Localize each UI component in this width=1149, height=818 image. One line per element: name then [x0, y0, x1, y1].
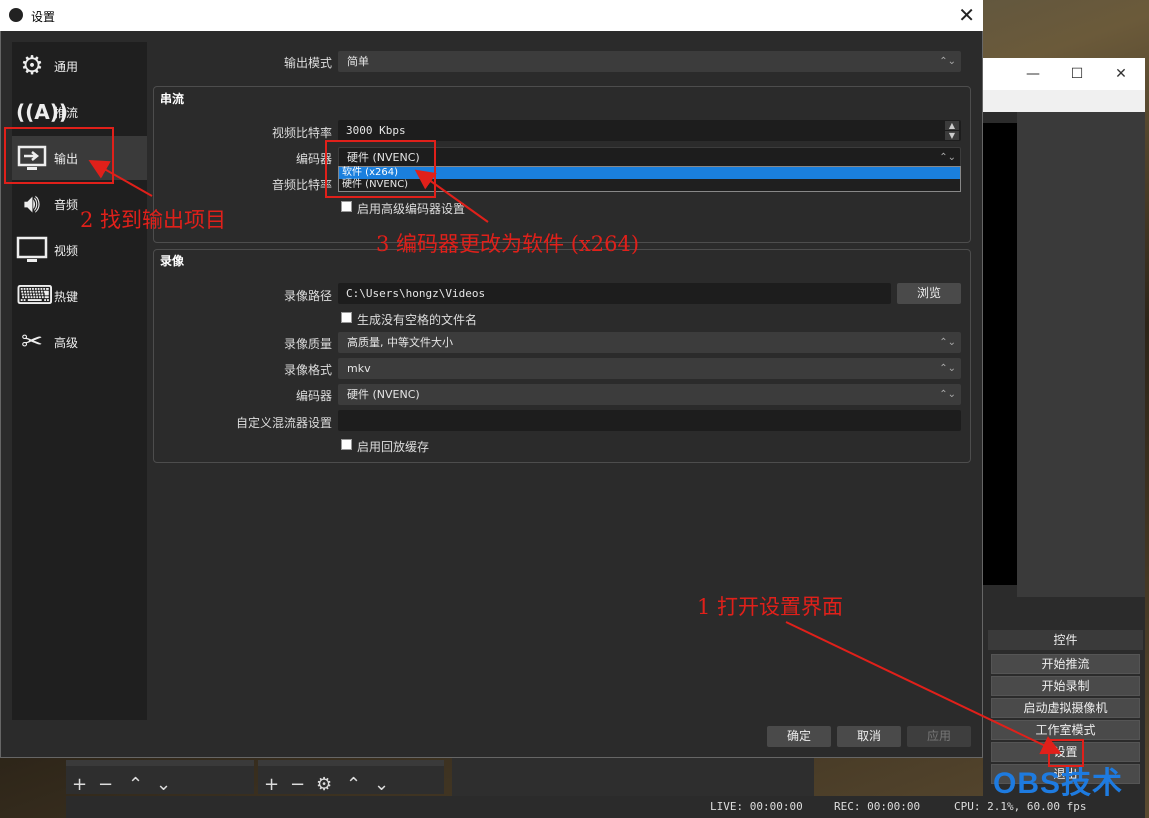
arrow-step1 [785, 621, 1062, 755]
annotation-arrows [88, 160, 1062, 755]
arrow-step2 [88, 160, 153, 197]
arrow-step3 [414, 169, 489, 223]
watermark-logo: OBS技术 [993, 767, 1124, 800]
